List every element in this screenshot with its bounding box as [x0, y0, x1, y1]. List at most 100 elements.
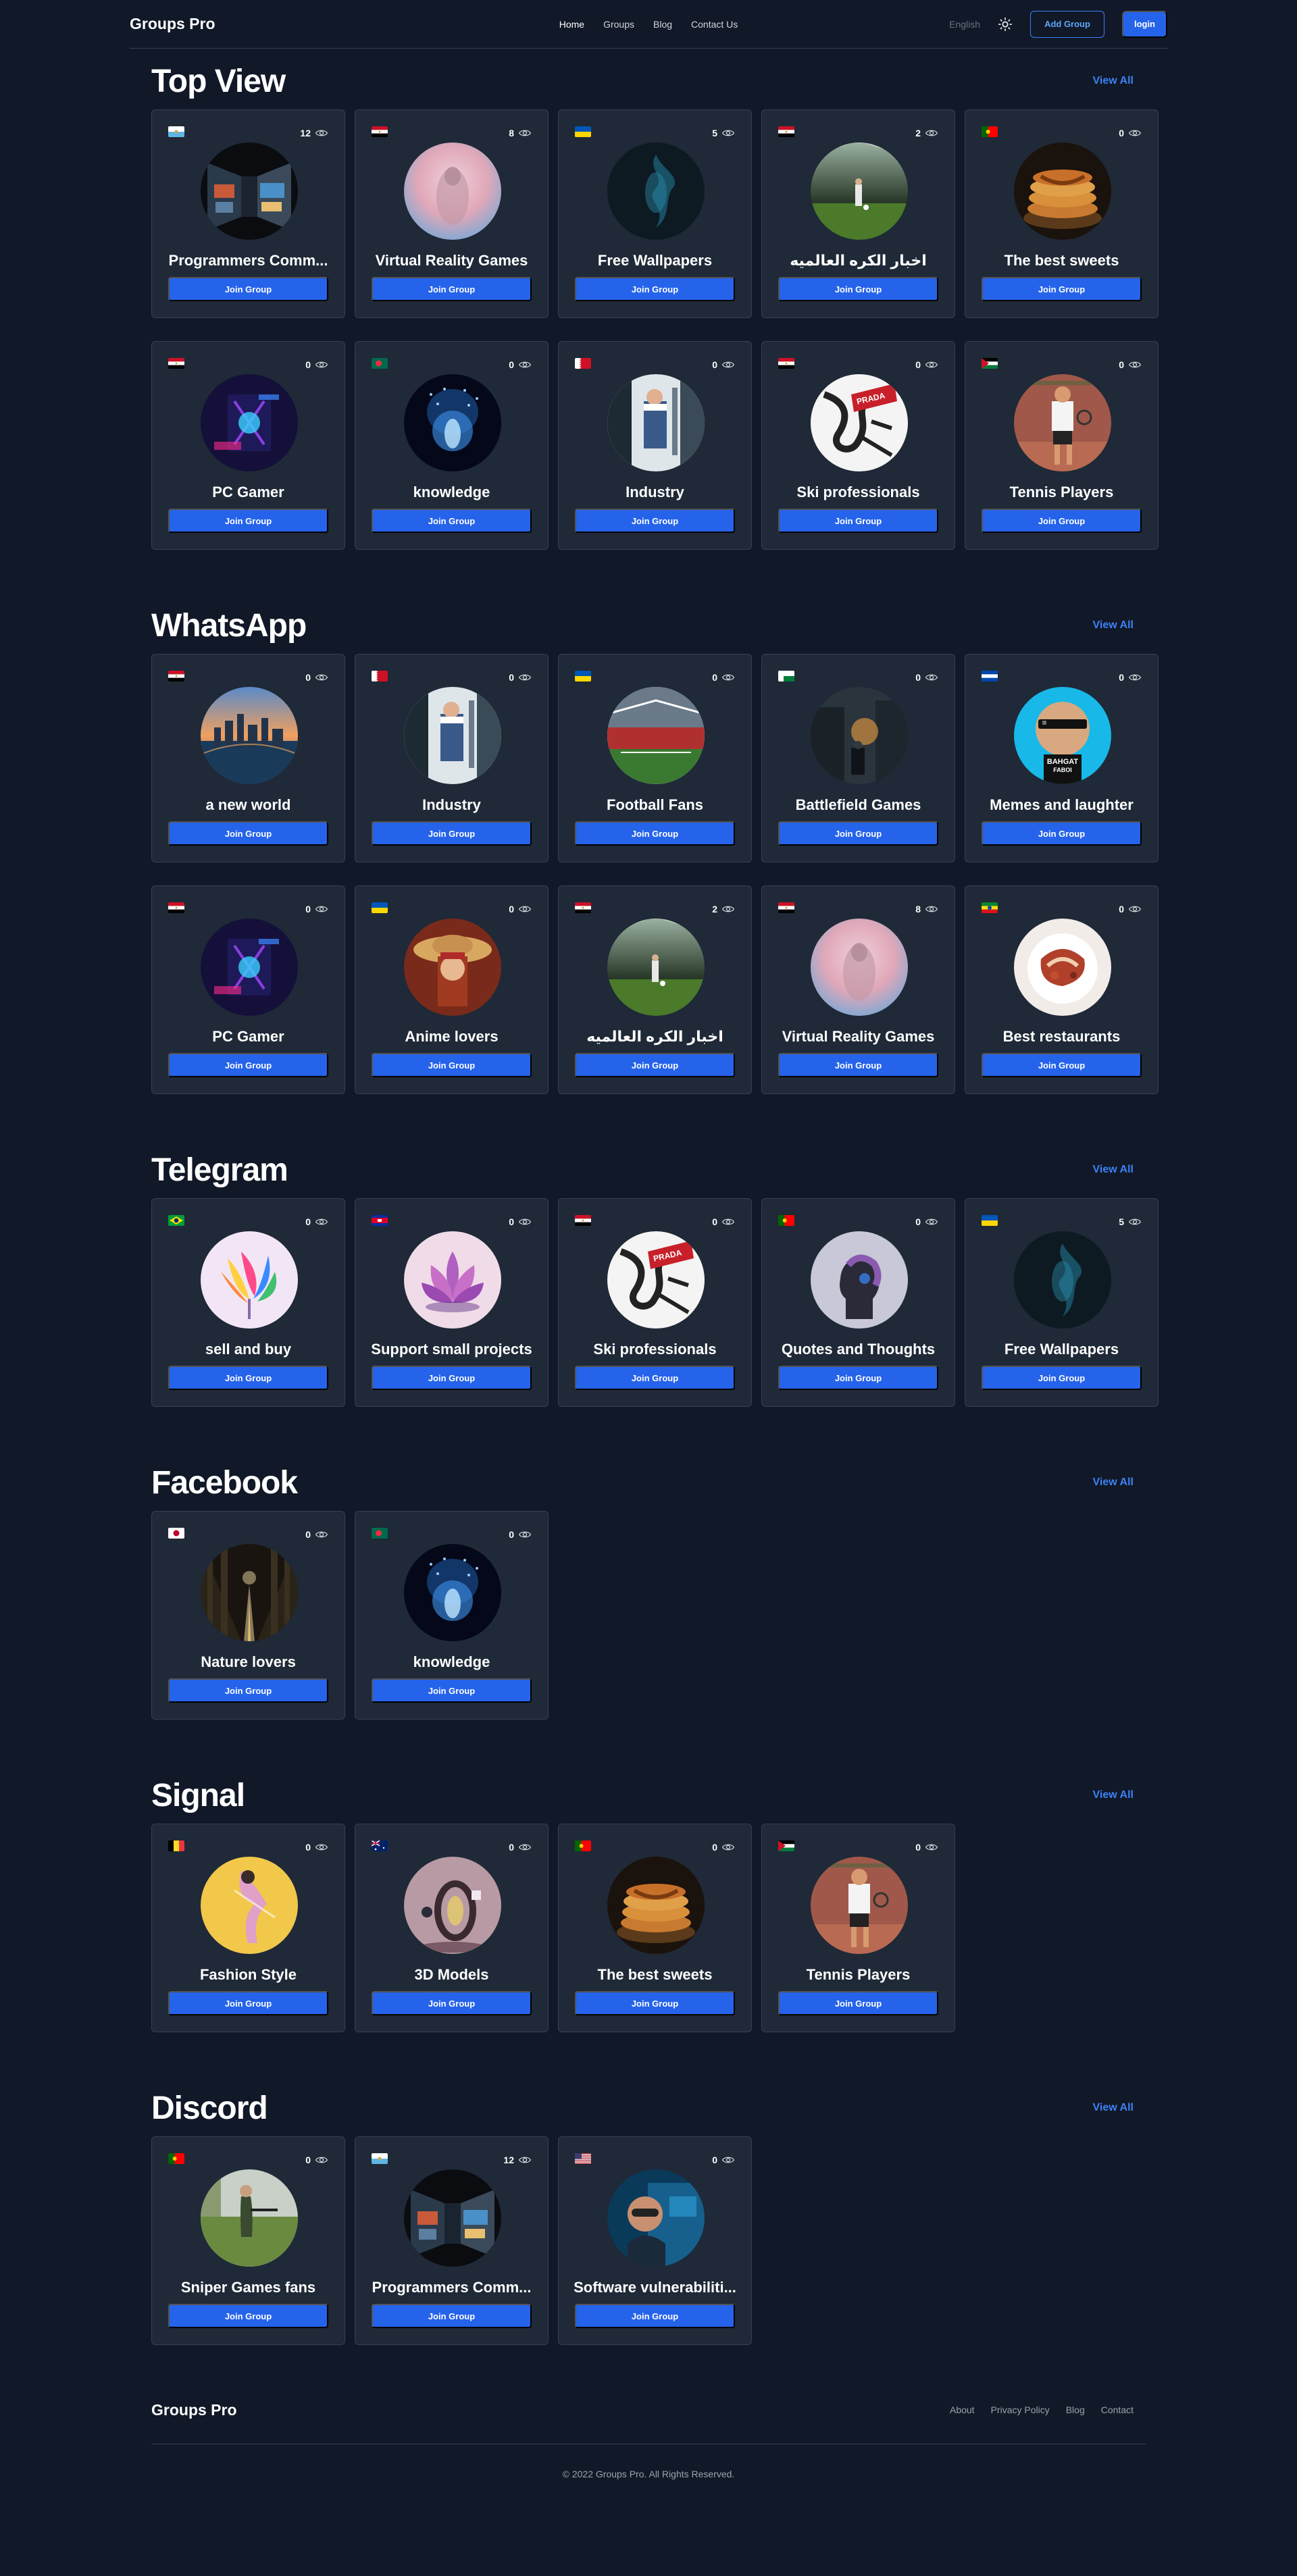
join-group-button[interactable]: Join Group: [168, 509, 328, 533]
group-avatar[interactable]: [811, 1857, 908, 1954]
group-card[interactable]: 5 Free Wallpapers Join Group: [965, 1198, 1159, 1407]
group-title[interactable]: knowledge: [355, 1653, 548, 1671]
group-card[interactable]: 0 Battlefield Games Join Group: [761, 654, 955, 862]
group-title[interactable]: Sniper Games fans: [152, 2279, 345, 2296]
group-avatar[interactable]: [811, 919, 908, 1016]
group-avatar[interactable]: [607, 687, 705, 784]
group-card[interactable]: 0 Industry Join Group: [558, 341, 752, 550]
join-group-button[interactable]: Join Group: [575, 821, 735, 846]
group-title[interactable]: sell and buy: [152, 1341, 345, 1358]
join-group-button[interactable]: Join Group: [575, 2304, 735, 2328]
group-card[interactable]: 0 Tennis Players Join Group: [965, 341, 1159, 550]
group-avatar[interactable]: [1014, 374, 1111, 471]
group-card[interactable]: 0 BAHGAT FABOI Memes and laughter Join Gr…: [965, 654, 1159, 862]
group-card[interactable]: 0 Anime lovers Join Group: [355, 885, 549, 1094]
join-group-button[interactable]: Join Group: [372, 821, 532, 846]
group-avatar[interactable]: [404, 143, 501, 240]
group-card[interactable]: 0 Nature lovers Join Group: [151, 1511, 345, 1720]
join-group-button[interactable]: Join Group: [168, 1991, 328, 2015]
group-card[interactable]: 12 Programmers Comm... Join Group: [355, 2136, 549, 2345]
join-group-button[interactable]: Join Group: [575, 277, 735, 301]
view-all-link[interactable]: View All: [1093, 1789, 1134, 1801]
group-avatar[interactable]: [201, 374, 298, 471]
group-card[interactable]: 0 sell and buy Join Group: [151, 1198, 345, 1407]
group-title[interactable]: Virtual Reality Games: [762, 1028, 955, 1046]
group-title[interactable]: Fashion Style: [152, 1966, 345, 1984]
group-avatar[interactable]: [1014, 143, 1111, 240]
group-card[interactable]: 0 Best restaurants Join Group: [965, 885, 1159, 1094]
group-title[interactable]: Tennis Players: [762, 1966, 955, 1984]
group-avatar[interactable]: [404, 687, 501, 784]
group-avatar[interactable]: [201, 1544, 298, 1641]
group-title[interactable]: Programmers Comm...: [152, 252, 345, 269]
join-group-button[interactable]: Join Group: [778, 1053, 938, 1077]
group-title[interactable]: Industry: [355, 796, 548, 814]
group-card[interactable]: 0 The best sweets Join Group: [558, 1824, 752, 2032]
footer-link-about[interactable]: About: [950, 2404, 975, 2415]
view-all-link[interactable]: View All: [1093, 1476, 1134, 1489]
group-avatar[interactable]: [607, 2169, 705, 2267]
group-card[interactable]: 0 Support small projects Join Group: [355, 1198, 549, 1407]
group-title[interactable]: Virtual Reality Games: [355, 252, 548, 269]
group-title[interactable]: PC Gamer: [152, 484, 345, 501]
group-card[interactable]: 8 Virtual Reality Games Join Group: [761, 885, 955, 1094]
group-title[interactable]: Football Fans: [559, 796, 751, 814]
group-title[interactable]: The best sweets: [965, 252, 1158, 269]
group-title[interactable]: Battlefield Games: [762, 796, 955, 814]
join-group-button[interactable]: Join Group: [982, 1053, 1142, 1077]
group-card[interactable]: 2 اخبار الكره العالميه Join Group: [761, 109, 955, 318]
group-title[interactable]: Free Wallpapers: [559, 252, 751, 269]
join-group-button[interactable]: Join Group: [778, 1366, 938, 1390]
group-avatar[interactable]: [811, 1231, 908, 1329]
login-button[interactable]: login: [1121, 10, 1167, 38]
footer-link-privacy-policy[interactable]: Privacy Policy: [991, 2404, 1050, 2415]
group-avatar[interactable]: [811, 687, 908, 784]
join-group-button[interactable]: Join Group: [372, 2304, 532, 2328]
view-all-link[interactable]: View All: [1093, 75, 1134, 87]
footer-link-blog[interactable]: Blog: [1066, 2404, 1085, 2415]
group-title[interactable]: Free Wallpapers: [965, 1341, 1158, 1358]
group-card[interactable]: 0 Quotes and Thoughts Join Group: [761, 1198, 955, 1407]
nav-home[interactable]: Home: [559, 19, 584, 30]
group-title[interactable]: 3D Models: [355, 1966, 548, 1984]
group-avatar[interactable]: [607, 374, 705, 471]
group-card[interactable]: 0 a new world Join Group: [151, 654, 345, 862]
group-title[interactable]: Best restaurants: [965, 1028, 1158, 1046]
group-title[interactable]: Anime lovers: [355, 1028, 548, 1046]
join-group-button[interactable]: Join Group: [372, 1991, 532, 2015]
group-title[interactable]: Nature lovers: [152, 1653, 345, 1671]
group-card[interactable]: 0 PRADA Ski professionals Join Group: [558, 1198, 752, 1407]
join-group-button[interactable]: Join Group: [982, 277, 1142, 301]
group-card[interactable]: 0 Industry Join Group: [355, 654, 549, 862]
group-title[interactable]: a new world: [152, 796, 345, 814]
join-group-button[interactable]: Join Group: [372, 1366, 532, 1390]
join-group-button[interactable]: Join Group: [778, 509, 938, 533]
group-avatar[interactable]: [404, 1857, 501, 1954]
sun-icon[interactable]: [998, 17, 1013, 32]
join-group-button[interactable]: Join Group: [575, 1366, 735, 1390]
join-group-button[interactable]: Join Group: [778, 277, 938, 301]
group-avatar[interactable]: [811, 143, 908, 240]
group-avatar[interactable]: [1014, 919, 1111, 1016]
group-card[interactable]: 0 Tennis Players Join Group: [761, 1824, 955, 2032]
group-card[interactable]: 8 Virtual Reality Games Join Group: [355, 109, 549, 318]
join-group-button[interactable]: Join Group: [372, 509, 532, 533]
group-title[interactable]: The best sweets: [559, 1966, 751, 1984]
footer-logo[interactable]: Groups Pro: [151, 2401, 237, 2419]
group-avatar[interactable]: [201, 1857, 298, 1954]
group-avatar[interactable]: [1014, 1231, 1111, 1329]
group-avatar[interactable]: [607, 143, 705, 240]
group-title[interactable]: PC Gamer: [152, 1028, 345, 1046]
group-card[interactable]: 0 Sniper Games fans Join Group: [151, 2136, 345, 2345]
nav-contact-us[interactable]: Contact Us: [691, 19, 738, 30]
nav-blog[interactable]: Blog: [653, 19, 672, 30]
group-card[interactable]: 0 The best sweets Join Group: [965, 109, 1159, 318]
join-group-button[interactable]: Join Group: [372, 1053, 532, 1077]
group-avatar[interactable]: [404, 2169, 501, 2267]
group-avatar[interactable]: [201, 919, 298, 1016]
group-title[interactable]: اخبار الكره العالميه: [762, 252, 955, 269]
join-group-button[interactable]: Join Group: [168, 1678, 328, 1703]
group-card[interactable]: 0 3D Models Join Group: [355, 1824, 549, 2032]
site-logo[interactable]: Groups Pro: [130, 15, 215, 33]
group-avatar[interactable]: [404, 919, 501, 1016]
